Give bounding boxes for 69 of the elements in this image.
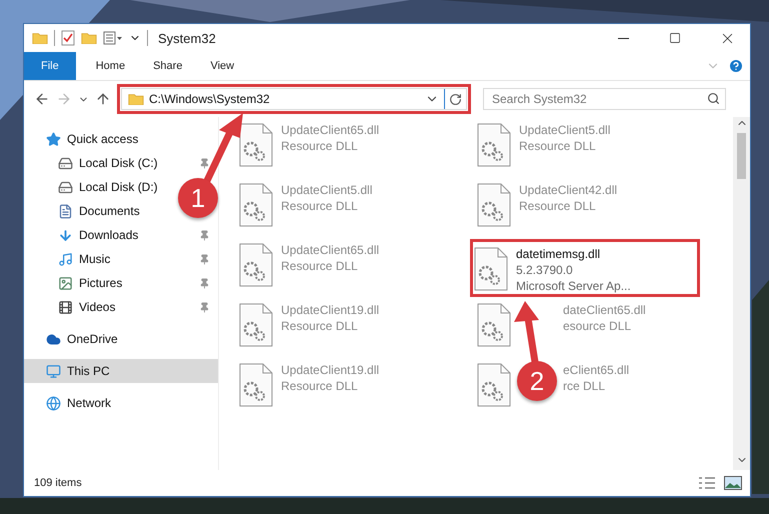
sidebar-item[interactable]: Local Disk (D:) bbox=[79, 180, 158, 194]
address-bar[interactable]: C:\Windows\System32 bbox=[121, 88, 467, 110]
file-detail: Microsoft Server Ap... bbox=[516, 279, 631, 293]
item-count: 109 items bbox=[34, 477, 83, 489]
file-detail: 5.2.3790.0 bbox=[516, 263, 574, 277]
sidebar-item[interactable]: Documents bbox=[79, 204, 140, 218]
window-title: System32 bbox=[158, 30, 217, 46]
globe-icon bbox=[46, 396, 61, 410]
file-detail: Resource DLL bbox=[281, 379, 359, 393]
help-icon[interactable] bbox=[728, 58, 744, 74]
scroll-thumb[interactable] bbox=[737, 133, 746, 179]
down-arrow-icon bbox=[58, 228, 73, 242]
document-icon bbox=[58, 204, 73, 218]
drive-icon bbox=[58, 156, 73, 170]
sidebar-item[interactable]: Videos bbox=[79, 300, 116, 314]
new-folder-icon bbox=[81, 32, 97, 44]
file-detail: Resource DLL bbox=[281, 199, 359, 213]
file-detail: Resource DLL bbox=[519, 139, 597, 153]
file-name[interactable]: datetimemsg.dll bbox=[516, 247, 631, 261]
film-icon bbox=[58, 300, 73, 314]
file-detail: Resource DLL bbox=[281, 319, 359, 333]
details-view-icon[interactable] bbox=[698, 476, 716, 490]
monitor-icon bbox=[46, 364, 61, 378]
music-note-icon bbox=[58, 252, 73, 266]
up-icon[interactable] bbox=[95, 91, 111, 107]
dll-file-icon bbox=[474, 247, 508, 291]
file-detail: rce DLL bbox=[563, 379, 606, 393]
dll-file-icon bbox=[239, 243, 273, 287]
folder-icon bbox=[128, 92, 144, 106]
search-icon bbox=[707, 92, 720, 105]
cloud-icon bbox=[46, 332, 61, 346]
ribbon-tab[interactable]: View bbox=[196, 52, 248, 80]
ribbon-tab[interactable]: Home bbox=[82, 52, 140, 80]
sidebar-item[interactable]: OneDrive bbox=[67, 332, 118, 346]
sidebar-item[interactable]: Network bbox=[67, 396, 112, 410]
search-field[interactable]: Search System32 bbox=[483, 88, 726, 110]
sidebar-item[interactable]: Local Disk (C:) bbox=[79, 156, 158, 170]
dll-file-icon bbox=[477, 303, 511, 347]
refresh-icon bbox=[449, 92, 462, 106]
file-detail: esource DLL bbox=[563, 319, 632, 333]
customize-icon[interactable] bbox=[103, 31, 123, 45]
file-detail: Resource DLL bbox=[281, 259, 359, 273]
arrow bbox=[514, 301, 539, 363]
dll-file-icon bbox=[239, 123, 273, 167]
sidebar-label: This PC bbox=[67, 364, 110, 378]
sidebar-item[interactable]: Quick access bbox=[67, 132, 138, 146]
thumbnail-view-icon[interactable] bbox=[724, 476, 742, 490]
back-icon[interactable] bbox=[34, 91, 50, 107]
dll-file-icon bbox=[239, 303, 273, 347]
scrollbar[interactable] bbox=[733, 117, 750, 470]
sidebar-item[interactable]: Music bbox=[79, 252, 110, 266]
maximize-icon bbox=[669, 32, 681, 44]
dll-file-icon bbox=[477, 363, 511, 407]
dll-file-icon bbox=[239, 183, 273, 227]
dll-file-icon bbox=[477, 123, 511, 167]
dll-file-icon bbox=[477, 183, 511, 227]
file-detail: Resource DLL bbox=[519, 199, 597, 213]
star-icon bbox=[46, 132, 61, 146]
file-tab[interactable]: File bbox=[24, 52, 76, 80]
file-detail: Resource DLL bbox=[281, 139, 359, 153]
folder-icon bbox=[32, 32, 48, 44]
sidebar-item[interactable]: Pictures bbox=[79, 276, 122, 290]
picture-icon bbox=[58, 276, 73, 290]
sidebar-item[interactable]: This PC bbox=[24, 359, 218, 383]
properties-icon[interactable] bbox=[61, 30, 75, 46]
drive-icon bbox=[58, 180, 73, 194]
dll-file-icon bbox=[239, 363, 273, 407]
ribbon-tab[interactable]: Share bbox=[139, 52, 196, 80]
sidebar-item[interactable]: Downloads bbox=[79, 228, 138, 242]
